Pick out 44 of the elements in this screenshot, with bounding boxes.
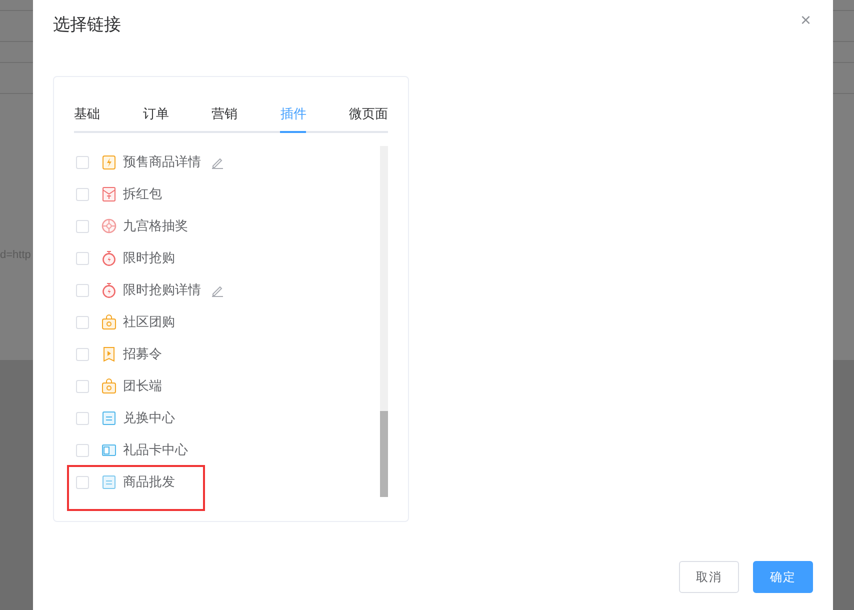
link-label[interactable]: 限时抢购详情 (123, 281, 201, 299)
link-label[interactable]: 九宫格抽奖 (123, 217, 188, 235)
checkbox[interactable] (76, 188, 89, 200)
checkbox[interactable] (76, 476, 89, 488)
link-label[interactable]: 礼品卡中心 (123, 441, 188, 459)
link-label[interactable]: 限时抢购 (123, 249, 175, 267)
checkbox[interactable] (76, 316, 89, 328)
tab[interactable]: 微页面 (349, 105, 388, 133)
scrollbar-thumb[interactable] (380, 411, 388, 497)
cancel-button[interactable]: 取消 (679, 561, 739, 593)
link-label[interactable]: 团长端 (123, 377, 162, 395)
stopwatch-icon (101, 282, 117, 298)
tab[interactable]: 基础 (74, 105, 100, 133)
tab[interactable]: 营销 (212, 105, 238, 133)
envelope-icon (101, 186, 117, 202)
link-label[interactable]: 拆红包 (123, 185, 162, 203)
stopwatch-icon (101, 250, 117, 266)
checkbox[interactable] (76, 220, 89, 232)
wheel-icon (101, 218, 117, 234)
link-label[interactable]: 社区团购 (123, 313, 175, 331)
card-icon (101, 442, 117, 458)
dialog-title: 选择链接 (53, 14, 121, 36)
checkbox[interactable] (76, 444, 89, 456)
edit-icon[interactable] (211, 156, 224, 168)
link-label[interactable]: 招募令 (123, 345, 162, 363)
link-label[interactable]: 预售商品详情 (123, 153, 201, 171)
bolt-icon (101, 154, 117, 170)
scrollbar[interactable] (380, 146, 388, 497)
checkbox[interactable] (76, 348, 89, 360)
flag-icon (101, 346, 117, 362)
tab[interactable]: 订单 (142, 105, 169, 133)
close-button[interactable]: × (800, 11, 811, 29)
checkbox[interactable] (76, 380, 89, 392)
edit-icon[interactable] (211, 284, 224, 296)
bag-icon (101, 314, 117, 330)
ticket-icon (101, 410, 117, 426)
checkbox[interactable] (76, 156, 89, 168)
checkbox[interactable] (76, 252, 89, 264)
bag-icon (101, 378, 117, 394)
checkbox[interactable] (76, 412, 89, 424)
link-label[interactable]: 兑换中心 (123, 409, 175, 427)
ticket-icon (101, 474, 117, 490)
checkbox[interactable] (76, 284, 89, 296)
link-label[interactable]: 商品批发 (123, 473, 175, 491)
